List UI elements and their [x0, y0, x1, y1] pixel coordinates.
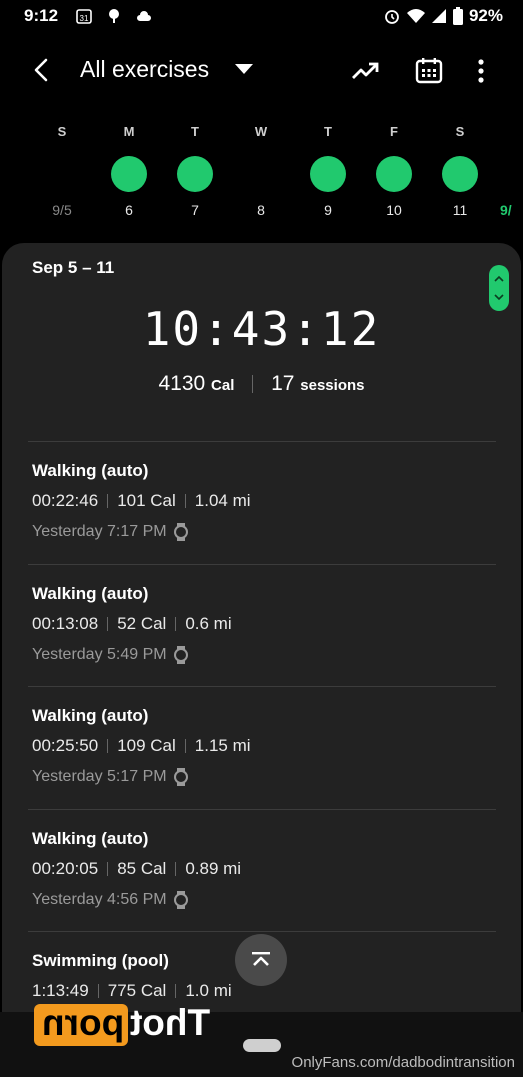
day-letter: M [123, 124, 135, 139]
summary-stats: 4130 Cal 17 sessions [0, 372, 523, 396]
day-number[interactable]: 6 [109, 202, 149, 218]
exercise-distance: 0.6 mi [185, 613, 232, 633]
watermark-credit: OnlyFans.com/dadbodintransition [291, 1054, 515, 1071]
exercise-distance: 1.0 mi [185, 981, 232, 1000]
watermark-logo-part2: Thot [130, 1002, 211, 1043]
exercise-duration: 00:25:50 [32, 736, 99, 755]
calendar-icon[interactable] [414, 56, 444, 86]
separator [107, 739, 109, 753]
exercise-stats: 00:22:46 101 Cal 1.04 mi [32, 491, 251, 511]
day-letter: W [254, 124, 268, 139]
separator [175, 861, 177, 876]
tree-notification-icon [109, 9, 119, 23]
day-number[interactable]: 10 [374, 202, 414, 218]
next-week-label[interactable]: 9/ [500, 202, 523, 218]
home-gesture-handle[interactable] [243, 1039, 281, 1052]
exercise-calories: 775 Cal [107, 981, 167, 1000]
watermark-logo-part1: porn [42, 1002, 125, 1043]
status-time: 9:12 [24, 6, 59, 25]
exercise-timestamp-row: Yesterday 4:56 PM [32, 890, 189, 909]
exercise-duration: 00:20:05 [32, 858, 99, 878]
exercise-duration: 1:13:49 [32, 981, 89, 1000]
exercise-stats: 00:13:08 52 Cal 0.6 mi [32, 614, 232, 634]
separator [107, 861, 109, 876]
total-duration: 10:43:12 [142, 302, 381, 356]
exercise-stats: 1:13:49 775 Cal 1.0 mi [32, 981, 232, 1001]
day-number[interactable]: 9 [308, 202, 348, 218]
exercise-title: Walking (auto) [32, 706, 149, 725]
activity-dot[interactable] [177, 156, 213, 192]
exercise-title: Walking (auto) [32, 461, 149, 480]
exercise-distance: 1.15 mi [194, 736, 251, 755]
sessions-unit: sessions [300, 377, 365, 394]
separator [107, 616, 109, 631]
back-arrow-icon[interactable] [28, 56, 56, 84]
session-count: 17 [271, 372, 295, 395]
scroll-top-icon [252, 952, 270, 966]
day-letter: S [57, 124, 67, 139]
trends-icon[interactable] [350, 56, 380, 86]
separator [184, 739, 186, 753]
week-range: Sep 5 – 11 [32, 258, 115, 277]
exercise-timestamp: Yesterday 5:17 PM [32, 768, 167, 785]
exercise-timestamp-row: Yesterday 7:17 PM [32, 523, 189, 541]
exercise-calories: 101 Cal [117, 491, 176, 510]
separator [107, 494, 109, 508]
total-calories: 4130 [158, 372, 206, 395]
separator [175, 616, 177, 631]
scroll-to-top-button[interactable] [235, 934, 287, 986]
svg-text:31: 31 [80, 14, 89, 23]
activity-dot[interactable] [310, 156, 346, 192]
exercise-timestamp: Yesterday 4:56 PM [32, 890, 167, 908]
day-letter: S [455, 124, 465, 139]
activity-dot[interactable] [376, 156, 412, 192]
exercise-duration: 00:13:08 [32, 613, 99, 633]
watch-icon [173, 768, 188, 786]
separator [184, 494, 186, 508]
wifi-icon [406, 9, 425, 23]
exercise-stats: 00:25:50 109 Cal 1.15 mi [32, 736, 251, 756]
day-letter: T [324, 124, 332, 139]
cloud-icon [137, 11, 151, 21]
dropdown-arrow-icon[interactable] [234, 62, 254, 76]
exercise-distance: 0.89 mi [185, 858, 242, 878]
watch-icon [173, 645, 188, 664]
day-letter: T [191, 124, 199, 139]
exercise-stats: 00:20:05 85 Cal 0.89 mi [32, 859, 241, 879]
exercise-timestamp: Yesterday 5:49 PM [32, 645, 167, 663]
exercise-filter-title[interactable]: All exercises [80, 56, 209, 83]
calendar-notification-icon: 31 [76, 9, 92, 24]
watch-icon [173, 890, 188, 909]
activity-dot[interactable] [111, 156, 147, 192]
more-options-icon[interactable] [466, 56, 496, 86]
exercise-distance: 1.04 mi [194, 491, 251, 510]
exercise-title: Swimming (pool) [32, 951, 169, 970]
exercise-title: Walking (auto) [32, 583, 149, 603]
exercise-timestamp: Yesterday 7:17 PM [32, 523, 167, 540]
day-number[interactable]: 8 [241, 202, 281, 218]
battery-icon [452, 7, 463, 25]
day-number[interactable]: 11 [440, 202, 480, 218]
status-right: 92% [383, 6, 503, 26]
exercise-calories: 52 Cal [117, 613, 167, 633]
separator [175, 984, 177, 998]
day-number[interactable]: 9/5 [42, 202, 82, 218]
exercise-calories: 85 Cal [117, 858, 167, 878]
day-letter: F [390, 124, 398, 139]
signal-icon [431, 9, 446, 23]
exercise-duration: 00:22:46 [32, 491, 99, 510]
exercise-timestamp-row: Yesterday 5:17 PM [32, 768, 189, 786]
exercise-title: Walking (auto) [32, 828, 149, 848]
separator [97, 984, 99, 998]
alarm-icon [385, 10, 399, 24]
exercise-calories: 109 Cal [117, 736, 176, 755]
separator [252, 375, 254, 394]
exercise-timestamp-row: Yesterday 5:49 PM [32, 645, 189, 664]
activity-dot[interactable] [442, 156, 478, 192]
calories-unit: Cal [211, 377, 235, 394]
day-number[interactable]: 7 [175, 202, 215, 218]
battery-percent: 92% [468, 6, 503, 25]
watch-icon [173, 523, 188, 541]
